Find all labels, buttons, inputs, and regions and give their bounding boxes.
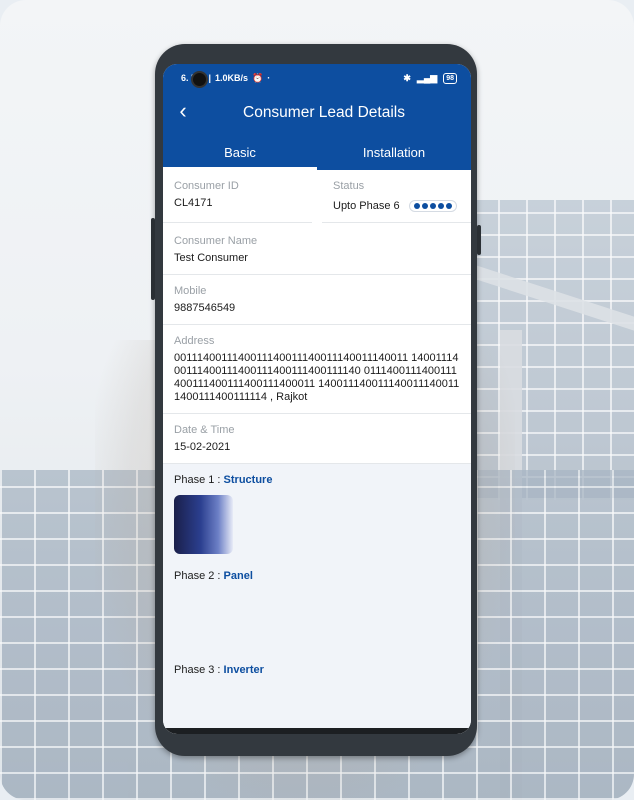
field-label: Date & Time bbox=[174, 424, 235, 436]
progress-dot bbox=[421, 203, 428, 210]
phase-2-title: Phase 2 : Panel bbox=[174, 570, 253, 582]
phase-3-title: Phase 3 : Inverter bbox=[174, 664, 264, 676]
details-content: Consumer ID CL4171 Status Upto Phase 6 C… bbox=[163, 170, 471, 734]
field-value: CL4171 bbox=[174, 197, 213, 209]
field-value: 15-02-2021 bbox=[174, 441, 231, 453]
page-title: Consumer Lead Details bbox=[243, 104, 405, 121]
app-bar: ‹ Consumer Lead Details bbox=[163, 92, 471, 134]
bluetooth-icon: ✱ bbox=[403, 72, 411, 83]
navigation-bar bbox=[163, 728, 471, 734]
field-label: Consumer Name bbox=[174, 235, 258, 247]
tab-installation[interactable]: Installation bbox=[317, 134, 471, 170]
front-camera bbox=[191, 71, 208, 88]
progress-dot bbox=[445, 203, 452, 210]
network-speed: 1.0KB/s bbox=[215, 73, 249, 83]
field-label: Consumer ID bbox=[174, 180, 239, 192]
signal-icon: ▂▄▆ bbox=[416, 72, 438, 83]
dot-icon: · bbox=[267, 73, 271, 83]
alarm-icon: ⏰ bbox=[252, 72, 264, 83]
phase-1-photo-thumbnail[interactable] bbox=[174, 495, 233, 554]
volume-button bbox=[151, 218, 155, 300]
progress-dot bbox=[413, 203, 420, 210]
address-field: Address 00111400111400111400111400111400… bbox=[163, 325, 471, 414]
phases-section: Phase 1 : Structure Phase 2 : Panel Phas… bbox=[163, 464, 471, 734]
app-screen: 6. PM | 1.0KB/s ⏰ · ✱ ▂▄▆ 98 ‹ Consumer … bbox=[163, 64, 471, 734]
phase-1-title: Phase 1 : Structure bbox=[174, 474, 273, 486]
consumer-id-field: Consumer ID CL4171 bbox=[163, 170, 312, 223]
consumer-name-field: Consumer Name Test Consumer bbox=[163, 223, 471, 275]
phase-progress-dots bbox=[408, 200, 457, 213]
power-button bbox=[477, 225, 481, 255]
field-value: Test Consumer bbox=[174, 252, 248, 264]
tab-basic[interactable]: Basic bbox=[163, 134, 317, 170]
field-value: 0011140011140011140011140011140011140011… bbox=[174, 352, 460, 403]
progress-dot bbox=[429, 203, 436, 210]
battery-icon: 98 bbox=[443, 72, 457, 84]
field-label: Address bbox=[174, 335, 215, 347]
status-field: Status Upto Phase 6 bbox=[322, 170, 471, 223]
progress-dot bbox=[437, 203, 444, 210]
mobile-field: Mobile 9887546549 bbox=[163, 275, 471, 325]
status-value: Upto Phase 6 bbox=[333, 200, 400, 212]
date-time-field: Date & Time 15-02-2021 bbox=[163, 414, 471, 464]
tab-bar: Basic Installation bbox=[163, 134, 471, 170]
field-label: Status bbox=[333, 180, 365, 192]
field-value: 9887546549 bbox=[174, 302, 236, 314]
field-label: Mobile bbox=[174, 285, 207, 297]
chevron-left-icon[interactable]: ‹ bbox=[173, 98, 193, 124]
status-bar: 6. PM | 1.0KB/s ⏰ · ✱ ▂▄▆ 98 bbox=[163, 64, 471, 92]
